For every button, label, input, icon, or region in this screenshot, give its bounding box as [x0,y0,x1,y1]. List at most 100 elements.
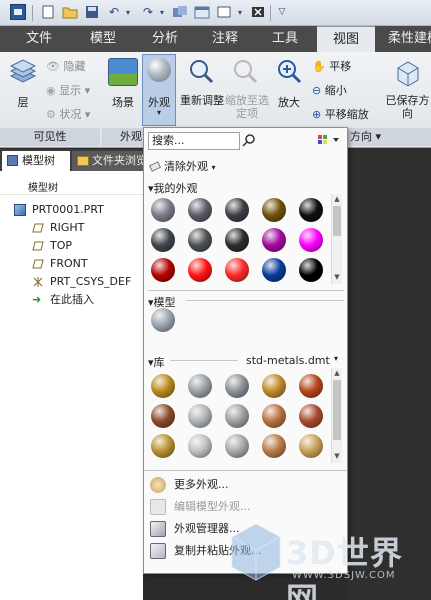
appearance-swatch[interactable] [262,258,286,282]
appearance-swatch[interactable] [188,228,212,252]
scene-button[interactable]: 场景 [104,94,142,110]
library-appearance-swatch[interactable] [188,404,212,428]
appearance-swatch[interactable] [151,198,175,222]
appearance-swatch[interactable] [262,228,286,252]
library-appearance-swatch[interactable] [262,404,286,428]
layers-icon[interactable] [8,58,38,84]
pan-button[interactable]: ✋ 平移 [312,58,351,74]
appearance-swatch[interactable] [151,258,175,282]
switch-window-icon[interactable] [216,4,232,20]
scroll-up-arrow[interactable]: ▲ [332,368,342,378]
appearance-swatch[interactable] [225,198,249,222]
tree-node-csys[interactable]: PRT_CSYS_DEF [0,273,143,291]
my-appearances-header[interactable]: ▾我的外观 [148,180,198,196]
search-icon[interactable] [242,133,256,147]
tree-node-part[interactable]: PRT0001.PRT [0,201,143,219]
library-appearance-swatch[interactable] [188,434,212,458]
library-appearance-swatch[interactable] [299,404,323,428]
tab-flexible-modeling[interactable]: 柔性建模 [388,26,431,52]
library-appearance-swatch[interactable] [262,434,286,458]
library-appearance-swatch[interactable] [225,374,249,398]
model-appearance-swatch[interactable] [151,308,175,332]
library-appearance-swatch[interactable] [299,434,323,458]
tab-analysis[interactable]: 分析 [140,26,190,52]
appearance-swatch[interactable] [188,258,212,282]
clear-dropdown-icon[interactable]: ▾ [212,163,216,172]
tab-file[interactable]: 文件 [14,26,64,52]
tree-node-label: TOP [50,239,73,252]
tree-node-right-plane[interactable]: RIGHT [0,219,143,237]
tab-model[interactable]: 模型 [78,26,128,52]
tab-model-tree[interactable]: 模型树 [2,151,70,171]
open-folder-icon[interactable] [62,4,78,20]
clear-appearance-button[interactable]: 清除外观 ▾ [148,158,216,174]
appearance-swatch[interactable] [225,258,249,282]
library-appearance-swatch[interactable] [299,374,323,398]
library-appearance-swatch[interactable] [151,374,175,398]
library-appearance-swatch[interactable] [262,374,286,398]
library-appearance-swatch[interactable] [225,404,249,428]
scroll-down-arrow[interactable]: ▼ [332,451,342,461]
undo-dropdown-icon[interactable]: ▾ [120,4,136,20]
close-window-icon[interactable] [250,4,266,20]
copy-paste-appearance-item[interactable]: 复制并粘贴外观... [144,540,347,562]
layers-button[interactable]: 层 [10,94,36,110]
zoom-out-button[interactable]: ⊖ 缩小 [312,82,347,98]
appearance-swatch[interactable] [188,198,212,222]
my-appearances-scrollbar[interactable]: ▲ ▼ [331,194,342,284]
search-input[interactable]: 搜索... [148,132,240,150]
more-appearances-item[interactable]: 更多外观... [144,474,347,496]
tree-node-front-plane[interactable]: FRONT [0,255,143,273]
new-file-icon[interactable] [40,4,56,20]
appearance-manager-item[interactable]: 外观管理器... [144,518,347,540]
graphics-area[interactable] [348,149,431,600]
windows-icon[interactable] [194,4,210,20]
library-scrollbar[interactable]: ▲ ▼ [331,368,342,463]
switch-window-dropdown-icon[interactable]: ▾ [232,4,248,20]
scroll-thumb[interactable] [333,380,341,440]
library-appearance-swatch[interactable] [151,434,175,458]
tab-view[interactable]: 视图 [317,26,375,52]
library-file-select[interactable]: std-metals.dmt [246,354,330,367]
appearance-swatch[interactable] [299,258,323,282]
tab-tools[interactable]: 工具 [260,26,310,52]
scroll-thumb[interactable] [333,206,341,236]
hide-button[interactable]: 👁 隐藏 [46,58,85,74]
menu-item-label: 编辑模型外观... [174,500,251,513]
tab-annotate[interactable]: 注释 [200,26,250,52]
saved-orientation-icon[interactable] [394,58,422,87]
saved-orientation-button[interactable]: 已保存方向 [384,94,431,120]
library-dropdown-icon[interactable]: ▾ [334,354,338,363]
tree-node-label: PRT_CSYS_DEF [50,275,132,288]
regenerate-icon[interactable] [172,4,188,20]
display-button[interactable]: ◉ 显示 ▾ [46,82,90,98]
scroll-up-arrow[interactable]: ▲ [332,194,342,204]
gallery-view-icon[interactable] [318,134,342,146]
library-appearance-swatch[interactable] [225,434,249,458]
library-appearance-swatch[interactable] [151,404,175,428]
zoom-in-button[interactable]: 放大 [272,94,306,110]
status-button[interactable]: ⚙ 状况 ▾ [46,106,90,122]
group-visibility-label: 可见性 [0,128,100,146]
appearance-swatch[interactable] [299,228,323,252]
reorient-icon[interactable] [188,58,214,84]
scene-icon[interactable] [108,58,138,86]
appearance-swatch[interactable] [299,198,323,222]
app-icon[interactable] [10,4,26,20]
library-header[interactable]: ▾库 [148,354,165,370]
zoom-in-icon[interactable] [276,58,302,84]
save-icon[interactable] [84,4,100,20]
library-appearance-swatch[interactable] [188,374,212,398]
pan-zoom-button[interactable]: ⊕ 平移缩放 [312,106,369,122]
tree-node-top-plane[interactable]: TOP [0,237,143,255]
appearance-swatch[interactable] [151,228,175,252]
tree-node-insert-here[interactable]: ➜ 在此插入 [0,291,143,309]
scroll-down-arrow[interactable]: ▼ [332,272,342,282]
appearance-swatch[interactable] [262,198,286,222]
appearance-dropdown-icon[interactable]: ▾ [142,108,176,117]
appearance-swatch[interactable] [225,228,249,252]
tab-folder-browser[interactable]: 文件夹浏览器 [72,151,143,171]
customize-toolbar-icon[interactable]: ▽ [274,4,290,20]
reorient-button[interactable]: 重新调整 [180,94,224,107]
redo-dropdown-icon[interactable]: ▾ [154,4,170,20]
